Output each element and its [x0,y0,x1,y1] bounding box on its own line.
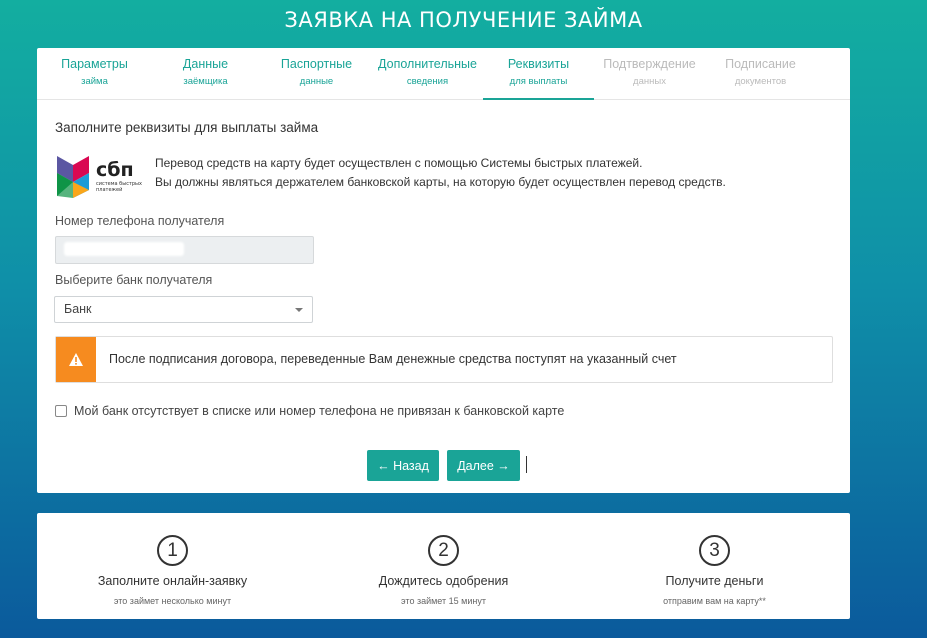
sbp-description-line: Вы должны являться держателем банковской… [155,175,726,189]
phone-value-redacted [64,242,184,256]
section-title: Заполните реквизиты для выплаты займа [55,120,319,135]
step-subtitle: документов [734,76,787,87]
step-subtitle: заёмщика [183,76,228,87]
step-borrower-data[interactable]: Данные заёмщика [150,48,261,99]
step-passport-data[interactable]: Паспортные данные [261,48,372,99]
back-button[interactable]: ← Назад [367,450,439,481]
step-subtitle: займа [81,76,108,87]
step-additional-info[interactable]: Дополнительные сведения [372,48,483,99]
text-cursor [526,456,527,473]
how-step-1: 1 Заполните онлайн-заявку это займет нес… [37,513,308,619]
step-title: Реквизиты [507,57,570,71]
info-alert: После подписания договора, переведенные … [55,336,833,383]
step-title: Подтверждение [603,57,696,71]
sbp-description: Перевод средств на карту будет осуществл… [155,154,726,192]
how-step-title: Дождитесь одобрения [378,574,509,588]
step-progress: Параметры займа Данные заёмщика Паспортн… [37,48,850,100]
bank-select[interactable]: Банк [54,296,313,323]
phone-input[interactable] [55,236,314,264]
checkbox-label[interactable]: Мой банк отсутствует в списке или номер … [74,404,564,418]
sbp-description-line: Перевод средств на карту будет осуществл… [155,156,643,170]
step-title: Дополнительные [378,57,477,71]
alert-text: После подписания договора, переведенные … [109,352,677,366]
page-title: ЗАЯВКА НА ПОЛУЧЕНИЕ ЗАЙМА [284,8,643,32]
caret-down-icon [295,308,303,312]
step-payout-details[interactable]: Реквизиты для выплаты [483,48,594,100]
step-signing: Подписание документов [705,48,816,99]
sbp-logo-subtext: платежей [96,186,122,193]
bank-select-value: Банк [64,302,92,316]
step-loan-params[interactable]: Параметры займа [39,48,150,99]
bank-missing-option[interactable]: Мой банк отсутствует в списке или номер … [55,404,564,418]
bank-label: Выберите банк получателя [55,273,213,287]
how-step-subtitle: это займет 15 минут [401,596,486,606]
step-title: Паспортные [280,57,353,71]
step-number-circle: 2 [428,535,459,566]
phone-label: Номер телефона получателя [55,214,225,228]
sbp-logo-icon: сбп система быстрых платежей [57,156,142,198]
next-button[interactable]: Далее → [447,450,520,481]
step-title: Параметры [61,57,128,71]
how-step-subtitle: это займет несколько минут [113,596,232,606]
bank-missing-checkbox[interactable] [55,405,67,417]
step-number-circle: 1 [157,535,188,566]
step-subtitle: данных [633,76,666,87]
how-step-3: 3 Получите деньги отправим вам на карту*… [579,513,850,619]
how-step-subtitle: отправим вам на карту** [663,596,766,606]
step-subtitle: сведения [406,76,449,87]
how-step-title: Заполните онлайн-заявку [97,574,248,588]
how-step-title: Получите деньги [665,574,764,588]
application-form-card: Параметры займа Данные заёмщика Паспортн… [37,48,850,493]
how-step-2: 2 Дождитесь одобрения это займет 15 мину… [308,513,579,619]
step-confirmation: Подтверждение данных [594,48,705,99]
step-title: Данные [182,57,229,71]
step-number-circle: 3 [699,535,730,566]
sbp-logo-text: сбп [96,159,134,181]
step-subtitle: данные [299,76,334,87]
step-subtitle: для выплаты [509,76,568,87]
step-title: Подписание [725,57,796,71]
warning-triangle-icon [56,337,96,382]
how-it-works-card: 1 Заполните онлайн-заявку это займет нес… [37,513,850,619]
